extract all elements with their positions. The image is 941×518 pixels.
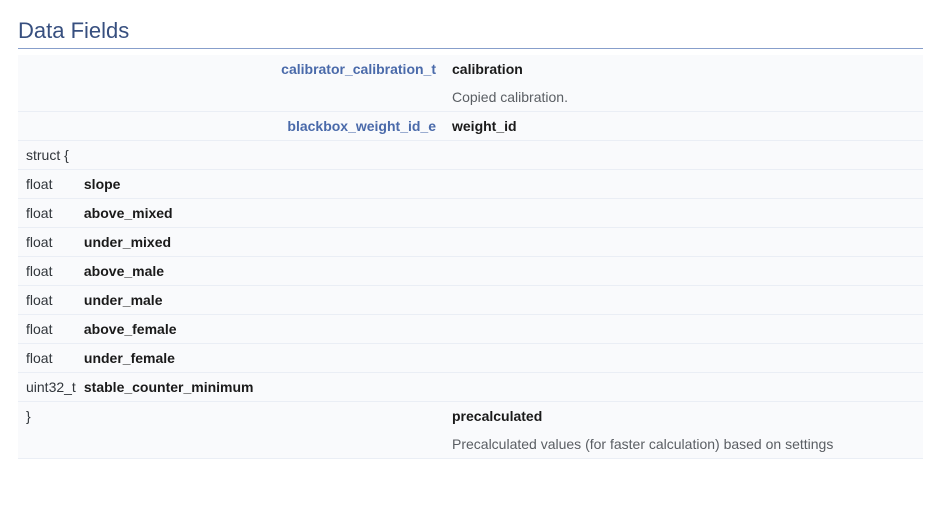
struct-close: } (26, 408, 31, 424)
type-text: uint32_t (26, 379, 76, 395)
field-name[interactable]: under_male (84, 292, 163, 308)
field-name[interactable]: under_female (84, 350, 175, 366)
data-fields-table: calibrator_calibration_t calibration Copie… (18, 55, 923, 459)
field-description: Precalculated values (for faster calcula… (452, 436, 833, 452)
field-name[interactable]: precalculated (452, 408, 542, 424)
table-row: Copied calibration. (18, 83, 923, 112)
field-name[interactable]: slope (84, 176, 121, 192)
section-heading: Data Fields (18, 18, 923, 49)
type-text: float (26, 205, 76, 221)
field-name[interactable]: above_male (84, 263, 164, 279)
type-link[interactable]: blackbox_weight_id_e (287, 118, 436, 134)
table-row: float above_female (18, 315, 923, 344)
table-row: float under_mixed (18, 228, 923, 257)
type-link[interactable]: calibrator_calibration_t (281, 61, 436, 77)
table-row: } precalculated (18, 402, 923, 431)
type-text: float (26, 234, 76, 250)
type-text: float (26, 263, 76, 279)
type-text: float (26, 321, 76, 337)
field-name[interactable]: above_female (84, 321, 177, 337)
table-row: calibrator_calibration_t calibration (18, 55, 923, 83)
field-name[interactable]: under_mixed (84, 234, 171, 250)
table-row: blackbox_weight_id_e weight_id (18, 112, 923, 141)
table-row: float slope (18, 170, 923, 199)
table-row: float under_male (18, 286, 923, 315)
table-row: float above_male (18, 257, 923, 286)
field-name[interactable]: stable_counter_minimum (84, 379, 254, 395)
type-text: float (26, 292, 76, 308)
field-name[interactable]: above_mixed (84, 205, 173, 221)
table-row: Precalculated values (for faster calcula… (18, 430, 923, 459)
type-text: float (26, 176, 76, 192)
table-row: float under_female (18, 344, 923, 373)
struct-open: struct { (26, 147, 69, 163)
field-description: Copied calibration. (452, 89, 568, 105)
table-row: uint32_t stable_counter_minimum (18, 373, 923, 402)
type-text: float (26, 350, 76, 366)
table-row: struct { (18, 141, 923, 170)
field-name[interactable]: calibration (452, 61, 523, 77)
table-row: float above_mixed (18, 199, 923, 228)
field-name[interactable]: weight_id (452, 118, 517, 134)
